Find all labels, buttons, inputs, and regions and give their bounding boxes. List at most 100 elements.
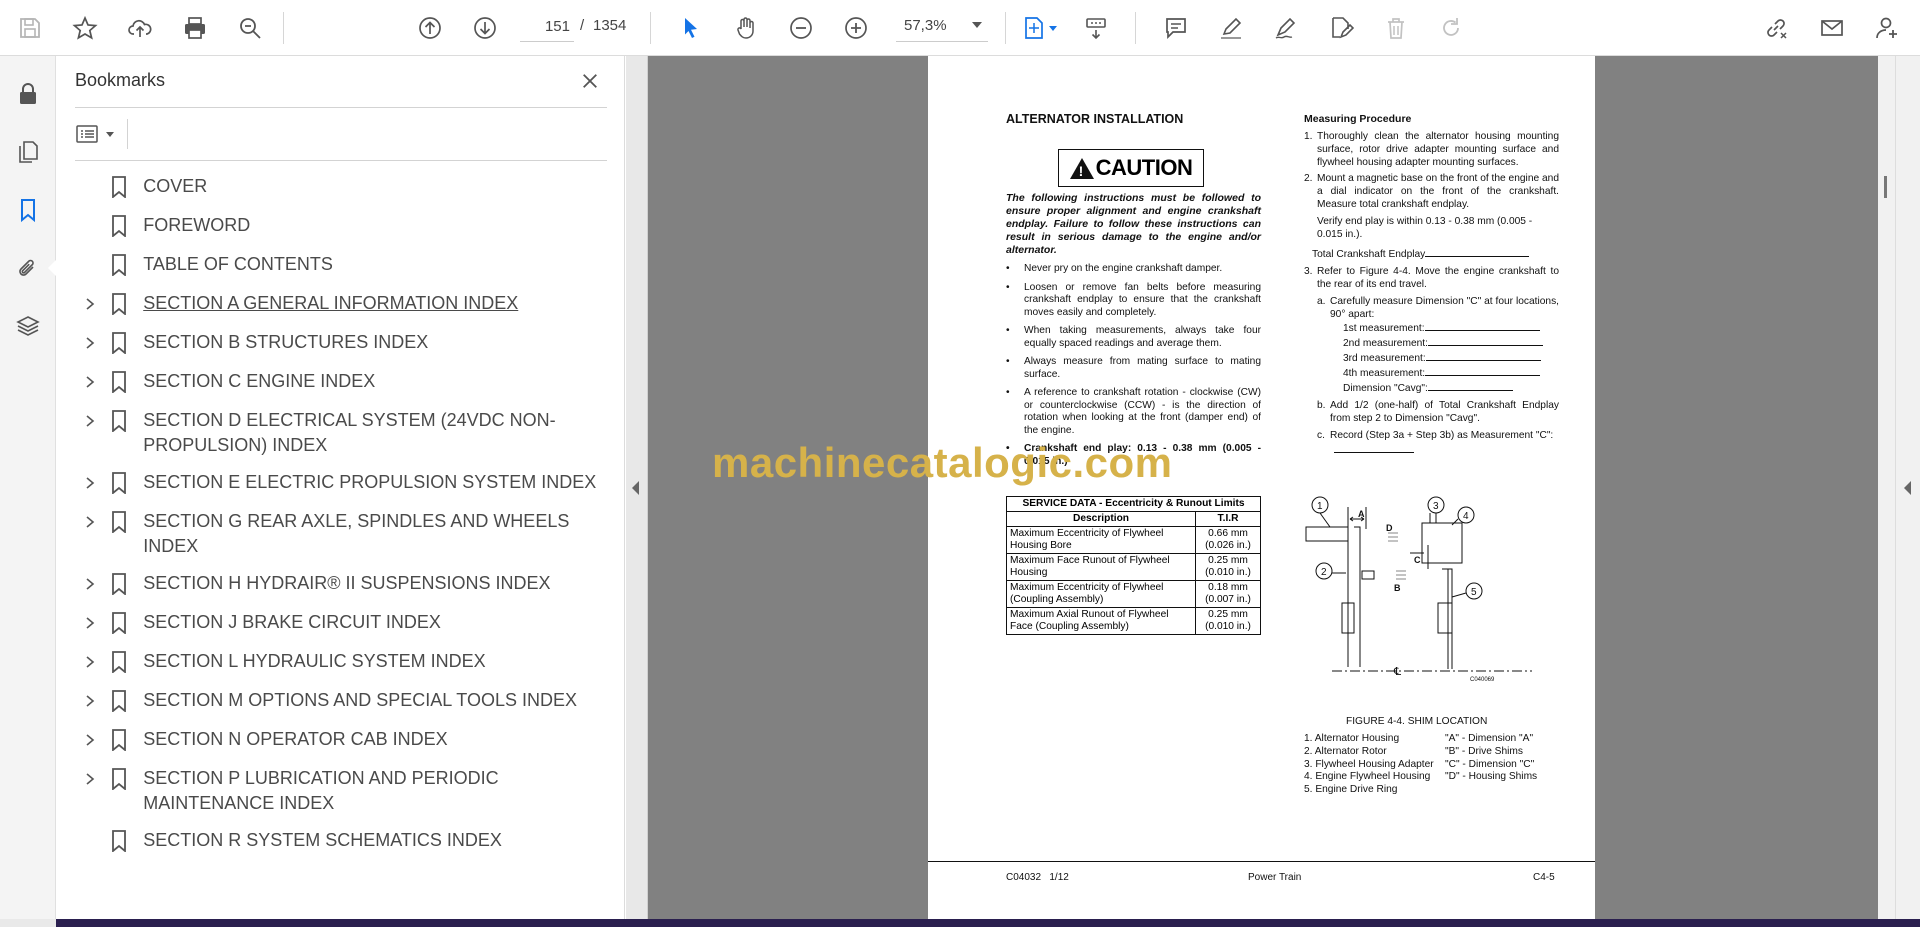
bookmark-label: SECTION B STRUCTURES INDEX	[143, 332, 429, 352]
taskbar-strip	[56, 919, 1920, 927]
zoom-out-icon[interactable]	[783, 10, 819, 46]
document-viewer[interactable]: ALTERNATOR INSTALLATION CAUTION The foll…	[648, 56, 1878, 919]
zoom-in-icon[interactable]	[838, 10, 874, 46]
bookmark-item[interactable]: SECTION P LUBRICATION AND PERIODIC MAINT…	[75, 760, 615, 822]
scrollbar-thumb[interactable]	[1884, 176, 1887, 198]
redo-icon[interactable]	[1433, 10, 1469, 46]
chevron-right-icon[interactable]	[77, 688, 102, 714]
cloud-upload-icon[interactable]	[122, 10, 158, 46]
bookmark-icon	[108, 369, 129, 395]
delete-icon[interactable]	[1378, 10, 1414, 46]
chevron-right-icon[interactable]	[77, 291, 102, 317]
svg-text:A: A	[1358, 509, 1365, 519]
bookmark-label: SECTION G REAR AXLE, SPINDLES AND WHEELS…	[143, 511, 570, 556]
caution-label: CAUTION	[1058, 149, 1204, 187]
attachment-icon[interactable]	[10, 250, 46, 286]
email-icon[interactable]	[1814, 10, 1850, 46]
bookmark-item[interactable]: SECTION J BRAKE CIRCUIT INDEX	[75, 604, 615, 643]
layers-icon[interactable]	[10, 308, 46, 344]
bookmark-icon	[108, 766, 129, 792]
lock-icon[interactable]	[10, 76, 46, 112]
list-options-icon	[76, 125, 98, 143]
bookmark-label: SECTION R SYSTEM SCHEMATICS INDEX	[143, 830, 502, 850]
draw-icon[interactable]	[1268, 10, 1304, 46]
print-icon[interactable]	[177, 10, 213, 46]
highlight-pen-icon[interactable]	[1213, 10, 1249, 46]
page-number-input[interactable]	[520, 12, 574, 42]
svg-text:B: B	[1394, 583, 1401, 593]
bookmark-item[interactable]: FOREWORD	[75, 207, 615, 246]
pages-thumbnails-icon[interactable]	[10, 134, 46, 170]
comment-icon[interactable]	[1158, 10, 1194, 46]
bookmark-label: SECTION C ENGINE INDEX	[143, 371, 376, 391]
bookmark-panel-icon[interactable]	[10, 192, 46, 228]
chevron-right-icon[interactable]	[77, 509, 102, 535]
previous-page-icon[interactable]	[412, 10, 448, 46]
total-pages: 1354	[593, 17, 627, 34]
bookmark-label: SECTION H HYDRAIR® II SUSPENSIONS INDEX	[143, 573, 551, 593]
bookmark-item[interactable]: SECTION G REAR AXLE, SPINDLES AND WHEELS…	[75, 503, 615, 565]
bookmark-item[interactable]: SECTION B STRUCTURES INDEX	[75, 324, 615, 363]
chevron-right-icon[interactable]	[77, 408, 102, 434]
chevron-right-icon[interactable]	[77, 571, 102, 597]
close-icon[interactable]	[575, 66, 605, 96]
table-row: Maximum Axial Runout of Flywheel Face (C…	[1006, 607, 1261, 635]
step-item: 2. Mount a magnetic base on the front of …	[1304, 173, 1559, 210]
select-cursor-icon[interactable]	[673, 10, 709, 46]
bookmark-icon	[108, 252, 129, 278]
add-user-icon[interactable]	[1869, 10, 1905, 46]
left-navigation-rail	[0, 56, 57, 927]
chevron-down-icon	[972, 22, 982, 28]
zoom-level-select[interactable]: 57,3%	[896, 12, 988, 42]
bookmark-icon	[108, 174, 129, 200]
collapse-right-panel-button[interactable]	[1895, 56, 1920, 927]
verify-text: Verify end play is within 0.13 - 0.38 mm…	[1317, 215, 1533, 240]
bookmark-item[interactable]: SECTION E ELECTRIC PROPULSION SYSTEM IND…	[75, 464, 615, 503]
chevron-right-icon[interactable]	[77, 470, 102, 496]
page-separator: /	[580, 17, 585, 34]
bookmark-item[interactable]: SECTION N OPERATOR CAB INDEX	[75, 721, 615, 760]
chevron-right-icon[interactable]	[77, 727, 102, 753]
scroll-mode-icon[interactable]	[1078, 10, 1114, 46]
save-icon[interactable]	[12, 10, 48, 46]
table-row: Maximum Eccentricity of Flywheel (Coupli…	[1006, 580, 1261, 608]
measurement-list: 1st measurement: 2nd measurement: 3rd me…	[1343, 321, 1559, 395]
bookmark-item[interactable]: SECTION L HYDRAULIC SYSTEM INDEX	[75, 643, 615, 682]
bookmark-label: SECTION D ELECTRICAL SYSTEM (24VDC NON-P…	[143, 410, 556, 455]
bookmark-item[interactable]: SECTION R SYSTEM SCHEMATICS INDEX	[75, 822, 615, 861]
table-header: T.I.R	[1195, 511, 1261, 527]
star-icon[interactable]	[67, 10, 103, 46]
bookmark-item[interactable]: COVER	[75, 168, 615, 207]
chevron-right-icon[interactable]	[77, 649, 102, 675]
bookmark-item[interactable]: SECTION C ENGINE INDEX	[75, 363, 615, 402]
fit-page-icon[interactable]	[1015, 10, 1063, 46]
bookmark-label: SECTION M OPTIONS AND SPECIAL TOOLS INDE…	[143, 690, 577, 710]
vertical-scrollbar[interactable]	[1878, 56, 1895, 919]
bookmark-icon	[108, 727, 129, 753]
table-row: Maximum Face Runout of Flywheel Housing 0…	[1006, 553, 1261, 581]
bookmark-options-button[interactable]	[75, 118, 123, 150]
next-page-icon[interactable]	[467, 10, 503, 46]
hand-tool-icon[interactable]	[728, 10, 764, 46]
bookmark-item[interactable]: TABLE OF CONTENTS	[75, 246, 615, 285]
bookmark-item[interactable]: SECTION M OPTIONS AND SPECIAL TOOLS INDE…	[75, 682, 615, 721]
bookmark-item[interactable]: SECTION D ELECTRICAL SYSTEM (24VDC NON-P…	[75, 402, 615, 464]
bookmark-item[interactable]: SECTION A GENERAL INFORMATION INDEX	[75, 285, 615, 324]
bookmark-item[interactable]: SECTION H HYDRAIR® II SUSPENSIONS INDEX	[75, 565, 615, 604]
chevron-right-icon[interactable]	[77, 330, 102, 356]
chevron-right-icon[interactable]	[77, 610, 102, 636]
figure-caption: FIGURE 4-4. SHIM LOCATION	[1346, 716, 1488, 727]
bookmarks-panel: Bookmarks COVER FOREWORD TABLE OF CONTENTS…	[57, 56, 625, 927]
footer-doc-code: C04032 1/12	[1006, 872, 1069, 883]
find-zoom-icon[interactable]	[232, 10, 268, 46]
chevron-right-icon[interactable]	[77, 369, 102, 395]
collapse-left-panel-button[interactable]	[626, 56, 648, 927]
bookmark-label: COVER	[143, 176, 208, 196]
share-link-icon[interactable]	[1758, 10, 1794, 46]
edit-text-icon[interactable]	[1323, 10, 1359, 46]
svg-text:C: C	[1414, 555, 1421, 565]
chevron-right-icon[interactable]	[77, 766, 102, 792]
section-heading: ALTERNATOR INSTALLATION	[1006, 112, 1184, 126]
